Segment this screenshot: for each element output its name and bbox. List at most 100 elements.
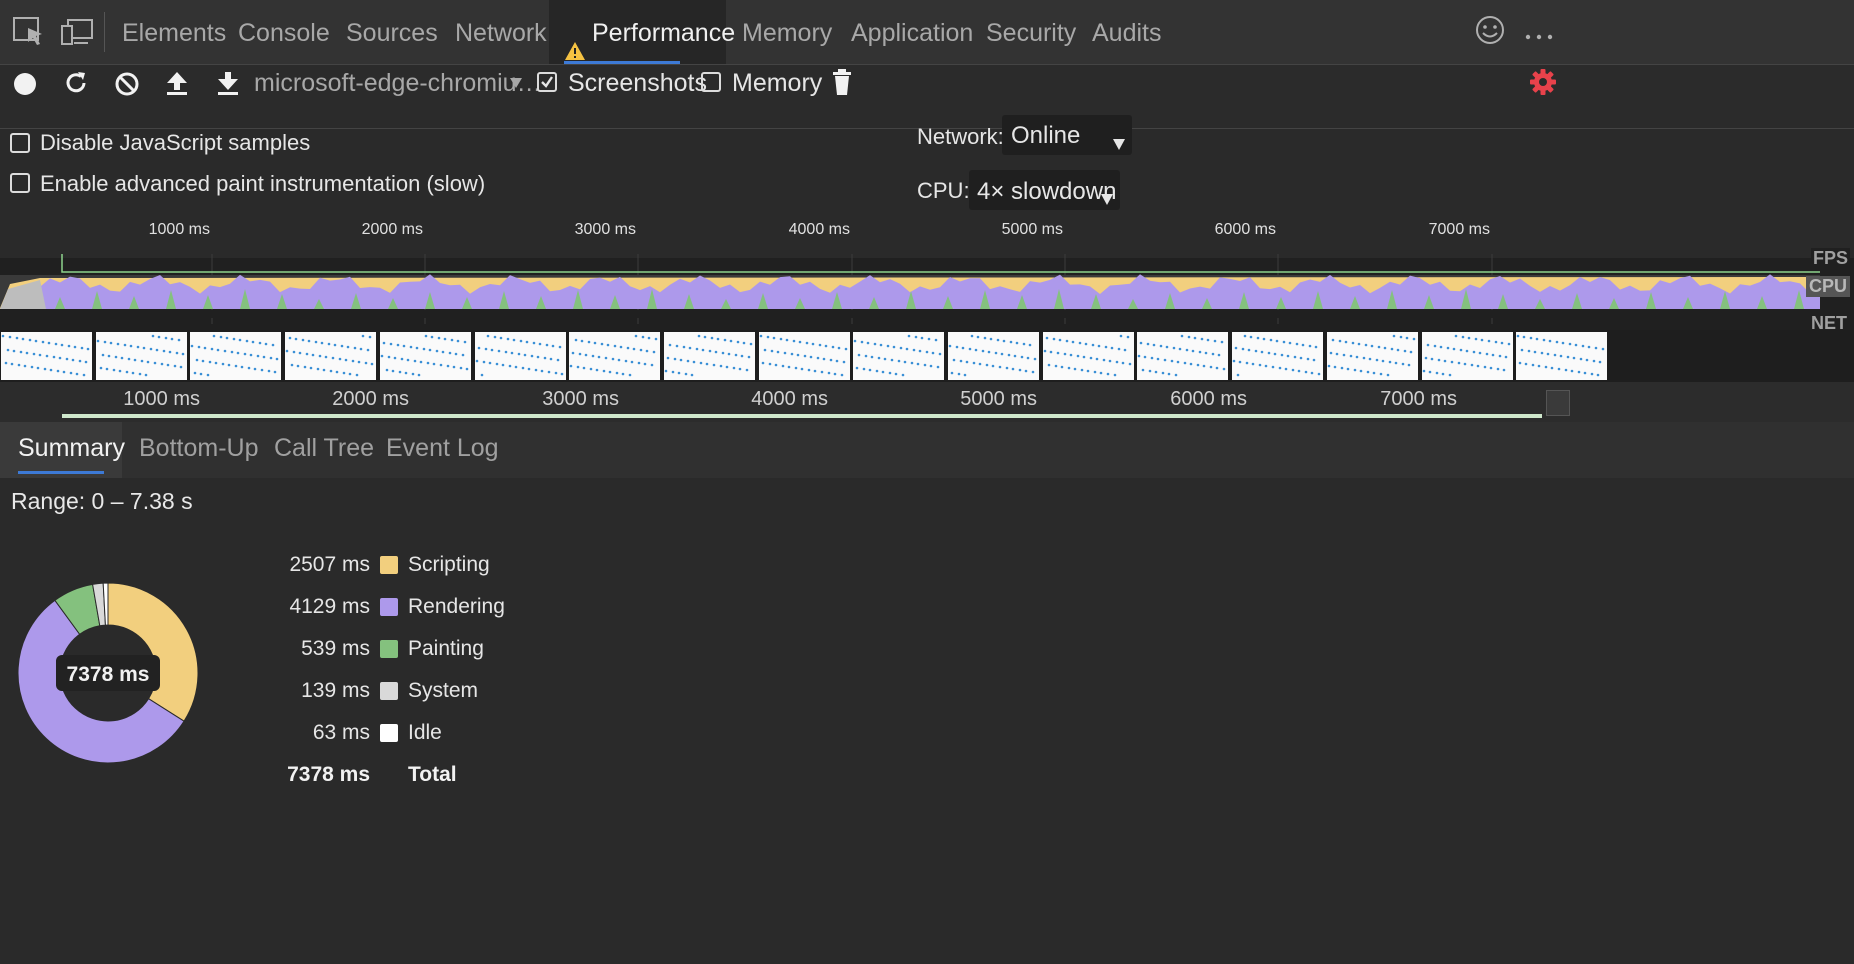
screenshot-dot [1403, 349, 1407, 353]
screenshot-dot [1299, 356, 1303, 360]
clear-icon[interactable] [114, 71, 140, 102]
screenshot-thumbnail[interactable] [663, 332, 755, 380]
screenshot-dot [1518, 361, 1522, 365]
screenshot-thumbnail[interactable] [95, 332, 187, 380]
memory-checkbox[interactable] [701, 72, 721, 92]
feedback-smiley-icon[interactable] [1474, 14, 1506, 51]
settings-gear-icon[interactable] [1529, 68, 1557, 101]
tab-application[interactable]: Application [851, 0, 973, 64]
screenshot-thumbnail[interactable] [1326, 332, 1418, 380]
screenshot-dot [1570, 369, 1574, 373]
tab-elements[interactable]: Elements [122, 0, 226, 64]
screenshot-thumbnail[interactable] [569, 332, 661, 380]
tab-summary[interactable]: Summary [0, 422, 125, 478]
screenshot-dot [1463, 362, 1466, 366]
overview-selection-range[interactable] [62, 414, 1542, 418]
tab-event-log[interactable]: Event Log [386, 422, 499, 478]
legend-total-value: 7378 ms [287, 763, 370, 786]
network-throttle-select[interactable]: Online [1002, 115, 1132, 155]
screenshot-thumbnail[interactable] [1516, 332, 1608, 380]
screenshot-dot [370, 362, 374, 366]
bottom-ruler-tick-label: 3000 ms [542, 388, 619, 410]
screenshot-dot [82, 373, 86, 377]
screenshot-dot [1412, 337, 1416, 341]
inspect-element-icon[interactable] [12, 16, 46, 53]
screenshot-dot [532, 341, 535, 345]
screenshot-dot [574, 338, 578, 342]
screenshot-thumbnail[interactable] [190, 332, 282, 380]
screenshot-dot [335, 370, 339, 374]
screenshot-dot [831, 345, 834, 349]
screenshot-dot [428, 348, 432, 352]
screenshot-thumbnail[interactable] [1042, 332, 1134, 380]
screenshot-thumbnail[interactable] [1137, 332, 1229, 380]
legend-swatch [380, 724, 398, 742]
screenshot-dot [1568, 342, 1572, 346]
tab-performance[interactable]: Performance [549, 0, 735, 64]
screenshot-thumbnail[interactable] [285, 332, 377, 380]
upload-icon[interactable] [165, 70, 189, 101]
overview-ruler-tick-label: 7000 ms [1428, 221, 1490, 238]
screenshot-dot [593, 341, 597, 345]
screenshot-dot [1581, 344, 1585, 348]
reload-profile-icon[interactable] [63, 70, 89, 101]
screenshot-dot [316, 367, 320, 371]
screenshot-thumbnail[interactable] [1421, 332, 1513, 380]
screenshot-thumbnail[interactable] [948, 332, 1039, 380]
screenshot-thumbnail[interactable] [1, 332, 92, 380]
screenshot-dot [38, 353, 42, 357]
tab-memory[interactable]: Memory [742, 0, 832, 64]
tab-sources[interactable]: Sources [346, 0, 438, 64]
screenshot-dot [1598, 360, 1602, 364]
tab-network[interactable]: Network [455, 0, 547, 64]
tab-call-tree[interactable]: Call Tree [274, 422, 374, 478]
chevron-down-icon[interactable] [509, 76, 523, 94]
screenshot-dot [630, 360, 634, 364]
download-icon[interactable] [216, 70, 240, 101]
disable-js-samples-checkbox[interactable] [10, 133, 30, 153]
screenshot-thumbnail[interactable] [379, 332, 471, 380]
screenshot-dot [1474, 337, 1477, 341]
device-toolbar-icon[interactable] [60, 18, 94, 51]
record-icon[interactable] [13, 72, 37, 101]
screenshot-dot [1507, 342, 1510, 346]
screenshot-dot [78, 359, 82, 363]
tab-bottom-up[interactable]: Bottom-Up [139, 422, 258, 478]
screenshot-dot [1181, 334, 1184, 338]
screenshot-dot [327, 342, 331, 346]
screenshot-thumbnail[interactable] [474, 332, 566, 380]
cpu-throttle-select[interactable]: 4× slowdown [969, 170, 1120, 210]
tab-console[interactable]: Console [238, 0, 330, 64]
advanced-paint-checkbox[interactable] [10, 173, 30, 193]
tab-audits[interactable]: Audits [1092, 0, 1161, 64]
screenshot-dot [1262, 337, 1266, 341]
screenshots-strip[interactable] [0, 330, 1854, 382]
screenshot-dot [584, 353, 588, 357]
screenshot-dot [569, 364, 573, 368]
screenshot-dot [794, 366, 797, 370]
screenshot-dot [1126, 335, 1129, 339]
screenshots-checkbox[interactable] [537, 72, 557, 92]
screenshot-dot [125, 370, 128, 374]
screenshot-dot [1115, 360, 1118, 364]
screenshot-thumbnail[interactable] [853, 332, 945, 380]
screenshot-thumbnail[interactable] [758, 332, 850, 380]
profile-select[interactable]: microsoft-edge-chromiu… [254, 69, 542, 98]
trash-icon[interactable] [832, 68, 852, 101]
overview-ruler-tick-label: 3000 ms [574, 221, 636, 238]
screenshot-thumbnail[interactable] [1232, 332, 1324, 380]
screenshot-dot [1251, 362, 1255, 366]
screenshot-dot [409, 345, 413, 349]
screenshot-dot [415, 346, 419, 350]
overview-window-handle[interactable] [1546, 390, 1570, 416]
screenshot-dot [619, 345, 623, 349]
screenshot-dot [776, 350, 779, 354]
screenshot-dot [170, 337, 173, 341]
screenshot-dot [624, 359, 628, 363]
tab-security[interactable]: Security [986, 0, 1076, 64]
screenshot-dot [970, 334, 974, 338]
more-options-icon[interactable] [1524, 28, 1554, 46]
screenshot-dot [450, 338, 454, 342]
screenshot-dot [1388, 360, 1392, 364]
screenshot-dot [276, 357, 279, 361]
